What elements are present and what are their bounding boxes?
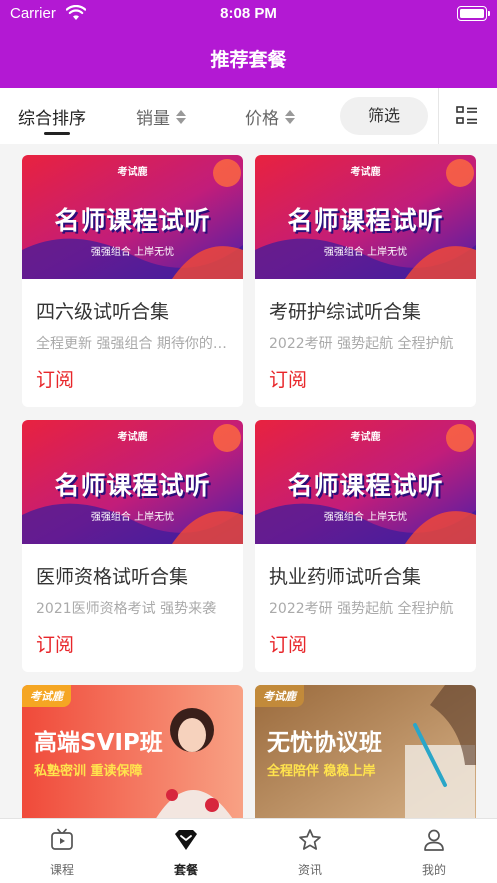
tab-label: 课程 [49, 863, 74, 877]
package-card[interactable]: 考试鹿 名师课程试听 强强组合 上岸无忧 医师资格试听合集 2021医师资格考试… [22, 420, 243, 672]
subscribe-link[interactable]: 订阅 [36, 630, 74, 657]
status-time: 8:08 PM [220, 5, 277, 22]
tab-news[interactable]: 资讯 [248, 819, 372, 883]
subscribe-link[interactable]: 订阅 [269, 630, 307, 657]
promo-headline: 高端SVIP班 [34, 730, 163, 756]
banner-headline: 名师课程试听 [54, 206, 211, 235]
card-title: 考研护综试听合集 [269, 301, 422, 323]
tab-label: 资讯 [297, 863, 322, 877]
promo-brand: 考试鹿 [255, 685, 304, 707]
promo-banner: 考试鹿 高端SVIP班 私塾密训 重读保障 [22, 685, 243, 825]
banner-tagline: 强强组合 上岸无忧 [323, 247, 408, 258]
nav-bar: 推荐套餐 [0, 28, 497, 88]
person-icon [424, 829, 444, 851]
package-card[interactable]: 考试鹿 名师课程试听 强强组合 上岸无忧 四六级试听合集 全程更新 强强组合 期… [22, 155, 243, 407]
tv-icon [51, 828, 73, 850]
banner-headline: 名师课程试听 [287, 206, 444, 235]
promo-banner: 考试鹿 无忧协议班 全程陪伴 稳稳上岸 [255, 685, 476, 825]
sort-arrows-icon [176, 109, 186, 124]
subscribe-link[interactable]: 订阅 [269, 365, 307, 392]
sort-default-tab[interactable]: 综合排序 [18, 104, 86, 129]
package-card[interactable]: 考试鹿 名师课程试听 强强组合 上岸无忧 考研护综试听合集 2022考研 强势起… [255, 155, 476, 407]
banner-tagline: 强强组合 上岸无忧 [323, 512, 408, 523]
battery-icon [457, 6, 490, 21]
banner-tagline: 强强组合 上岸无忧 [90, 512, 175, 523]
banner-tagline: 强强组合 上岸无忧 [90, 247, 175, 258]
card-banner: 考试鹿 名师课程试听 强强组合 上岸无忧 [255, 155, 476, 279]
status-bar: Carrier 8:08 PM [0, 0, 497, 28]
banner-headline: 名师课程试听 [54, 471, 211, 500]
active-tab-indicator [44, 132, 70, 135]
card-subtitle: 2021医师资格考试 强势来袭 [36, 601, 217, 617]
card-title: 四六级试听合集 [36, 301, 170, 323]
banner-brand: 考试鹿 [350, 167, 381, 178]
sort-sales-tab[interactable]: 销量 [136, 104, 186, 129]
filter-button[interactable]: 筛选 [340, 97, 428, 135]
tab-label: 我的 [421, 863, 446, 877]
card-title: 医师资格试听合集 [36, 566, 189, 588]
banner-headline: 名师课程试听 [287, 471, 444, 500]
banner-brand: 考试鹿 [117, 167, 148, 178]
page-title: 推荐套餐 [210, 49, 287, 71]
promo-tagline: 私塾密训 重读保障 [34, 764, 143, 779]
promo-tagline: 全程陪伴 稳稳上岸 [267, 764, 376, 779]
filter-bar: 综合排序 销量 价格 筛选 [0, 88, 497, 144]
package-card[interactable]: 考试鹿 名师课程试听 强强组合 上岸无忧 执业药师试听合集 2022考研 强势起… [255, 420, 476, 672]
promo-brand: 考试鹿 [22, 685, 71, 707]
star-icon [299, 829, 321, 850]
card-banner: 考试鹿 名师课程试听 强强组合 上岸无忧 [22, 420, 243, 544]
banner-brand: 考试鹿 [117, 432, 148, 443]
promo-headline: 无忧协议班 [267, 730, 382, 756]
card-subtitle: 2022考研 强势起航 全程护航 [269, 601, 454, 617]
sort-price-label: 价格 [245, 109, 279, 129]
bottom-tab-bar: 课程 套餐 资讯 我的 [0, 818, 497, 883]
tab-profile[interactable]: 我的 [372, 819, 496, 883]
sort-sales-label: 销量 [136, 109, 170, 129]
banner-brand: 考试鹿 [350, 432, 381, 443]
promo-card-svip[interactable]: 考试鹿 高端SVIP班 私塾密训 重读保障 [22, 685, 243, 825]
tab-label: 套餐 [173, 863, 198, 877]
tab-packages[interactable]: 套餐 [124, 819, 248, 883]
card-title: 执业药师试听合集 [269, 566, 422, 588]
card-banner: 考试鹿 名师课程试听 强强组合 上岸无忧 [255, 420, 476, 544]
subscribe-link[interactable]: 订阅 [36, 365, 74, 392]
sort-arrows-icon [285, 109, 295, 124]
card-subtitle: 全程更新 强强组合 期待你的加入 [36, 336, 232, 352]
divider [438, 88, 439, 144]
card-banner: 考试鹿 名师课程试听 强强组合 上岸无忧 [22, 155, 243, 279]
sort-price-tab[interactable]: 价格 [245, 104, 295, 129]
layout-toggle-icon[interactable] [456, 106, 478, 126]
card-subtitle: 2022考研 强势起航 全程护航 [269, 336, 454, 352]
promo-card-agreement[interactable]: 考试鹿 无忧协议班 全程陪伴 稳稳上岸 [255, 685, 476, 825]
diamond-icon [175, 830, 197, 850]
tab-courses[interactable]: 课程 [0, 819, 124, 883]
